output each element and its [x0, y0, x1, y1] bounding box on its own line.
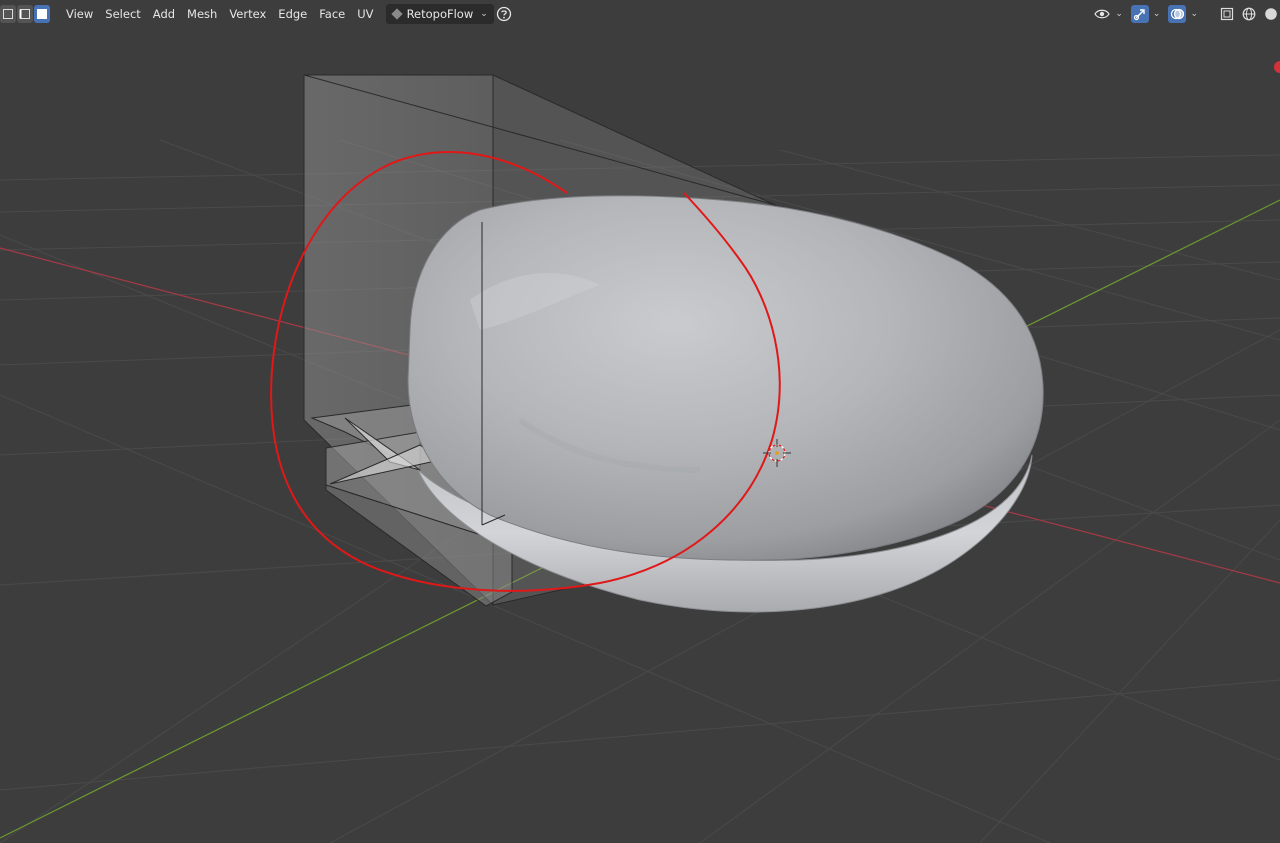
vertex-select-icon — [3, 9, 13, 19]
gizmo-icon — [1133, 9, 1145, 21]
eye-icon — [1094, 9, 1111, 19]
wireframe-shading-icon — [1242, 7, 1256, 21]
header-menu: View Select Add Mesh Vertex Edge Face UV — [60, 4, 380, 24]
face-select-button[interactable] — [34, 5, 50, 23]
3d-viewport[interactable] — [0, 0, 1280, 843]
menu-face[interactable]: Face — [313, 4, 351, 24]
mesh-body — [407, 195, 1044, 561]
menu-select[interactable]: Select — [99, 4, 146, 24]
menu-add[interactable]: Add — [147, 4, 181, 24]
menu-vertex[interactable]: Vertex — [223, 4, 272, 24]
retopoflow-label: RetopoFlow — [406, 7, 474, 21]
navigation-gizmo-x-icon[interactable] — [1274, 61, 1280, 73]
solid-shading-icon — [1265, 8, 1277, 20]
menu-view[interactable]: View — [60, 4, 99, 24]
viewport-scene[interactable] — [0, 0, 1280, 843]
viewport-header: View Select Add Mesh Vertex Edge Face UV… — [0, 0, 1280, 28]
edge-select-icon — [19, 9, 30, 19]
menu-mesh[interactable]: Mesh — [181, 4, 223, 24]
menu-edge[interactable]: Edge — [272, 4, 313, 24]
select-mode-group — [0, 5, 50, 23]
vertex-select-button[interactable] — [0, 5, 16, 23]
face-select-icon — [37, 9, 47, 19]
visibility-button[interactable] — [1093, 5, 1111, 23]
chevron-down-icon[interactable]: ⌄ — [1153, 9, 1161, 19]
retopoflow-menu[interactable]: RetopoFlow ⌄ — [385, 4, 494, 24]
gizmo-toggle-button[interactable] — [1130, 5, 1149, 23]
chevron-down-icon[interactable]: ⌄ — [1190, 9, 1198, 19]
solid-shading-button[interactable] — [1262, 5, 1280, 23]
xray-toggle-button[interactable] — [1218, 5, 1236, 23]
retopoflow-icon — [390, 8, 403, 20]
wireframe-shading-button[interactable] — [1240, 5, 1258, 23]
viewport-right-tools: ⌄ ⌄ ⌄ — [1093, 4, 1280, 24]
chevron-down-icon: ⌄ — [480, 9, 488, 19]
edge-select-button[interactable] — [17, 5, 33, 23]
menu-uv[interactable]: UV — [351, 4, 379, 24]
help-icon[interactable] — [496, 6, 512, 22]
overlays-toggle-button[interactable] — [1168, 5, 1187, 23]
overlays-icon — [1171, 8, 1185, 20]
chevron-down-icon[interactable]: ⌄ — [1115, 9, 1123, 19]
xray-icon — [1220, 7, 1234, 21]
